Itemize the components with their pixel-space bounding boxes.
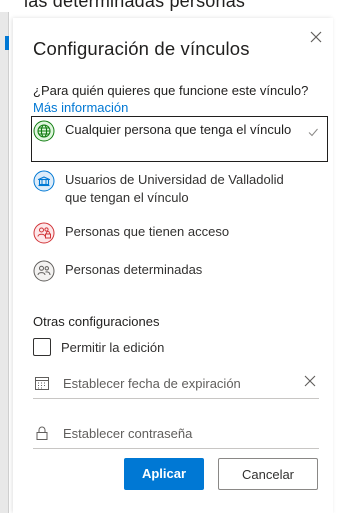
building-icon	[33, 170, 55, 192]
clear-icon	[304, 375, 316, 387]
checkbox-box[interactable]	[33, 338, 51, 356]
people-lock-icon	[33, 222, 55, 244]
password-field[interactable]: Establecer contraseña	[33, 420, 319, 449]
password-placeholder: Establecer contraseña	[63, 426, 193, 441]
more-info-link[interactable]: Más información	[33, 100, 128, 115]
option-anyone-with-link[interactable]: Cualquier persona que tenga el vínculo	[31, 116, 328, 162]
apply-button[interactable]: Aplicar	[124, 458, 204, 490]
background-accent-mark	[5, 36, 9, 50]
background-panel-edge	[0, 12, 9, 513]
allow-edit-checkbox[interactable]: Permitir la edición	[33, 338, 233, 360]
other-settings-title: Otras configuraciones	[33, 314, 160, 329]
option-label: Personas que tienen acceso	[65, 224, 230, 239]
audience-question: ¿Para quién quieres que funcione este ví…	[33, 82, 313, 116]
globe-icon	[33, 120, 55, 142]
allow-edit-label: Permitir la edición	[61, 340, 165, 355]
people-icon	[33, 260, 55, 282]
option-people-with-access[interactable]: Personas que tienen acceso	[31, 220, 328, 246]
clear-expiration-button[interactable]	[303, 374, 317, 388]
expiration-date-placeholder: Establecer fecha de expiración	[63, 376, 241, 391]
option-specific-people[interactable]: Personas determinadas	[31, 258, 328, 284]
cancel-button[interactable]: Cancelar	[218, 458, 318, 490]
checkmark-icon	[307, 125, 319, 137]
close-button[interactable]	[306, 27, 326, 47]
expiration-date-field[interactable]: Establecer fecha de expiración	[33, 370, 319, 399]
dialog-title: Configuración de vínculos	[33, 38, 250, 59]
background-heading-fragment: las determinadas personas	[24, 0, 246, 11]
close-icon	[310, 31, 322, 43]
option-label: Cualquier persona que tenga el vínculo	[65, 122, 292, 137]
option-label: Personas determinadas	[65, 262, 203, 277]
link-settings-dialog: Configuración de vínculos ¿Para quién qu…	[13, 18, 333, 513]
option-label: Usuarios de Universidad de Valladolid qu…	[65, 172, 284, 205]
audience-question-text: ¿Para quién quieres que funcione este ví…	[33, 83, 309, 98]
calendar-icon	[34, 375, 50, 391]
lock-icon	[34, 425, 50, 441]
option-organization-users[interactable]: Usuarios de Universidad de Valladolid qu…	[31, 168, 328, 208]
